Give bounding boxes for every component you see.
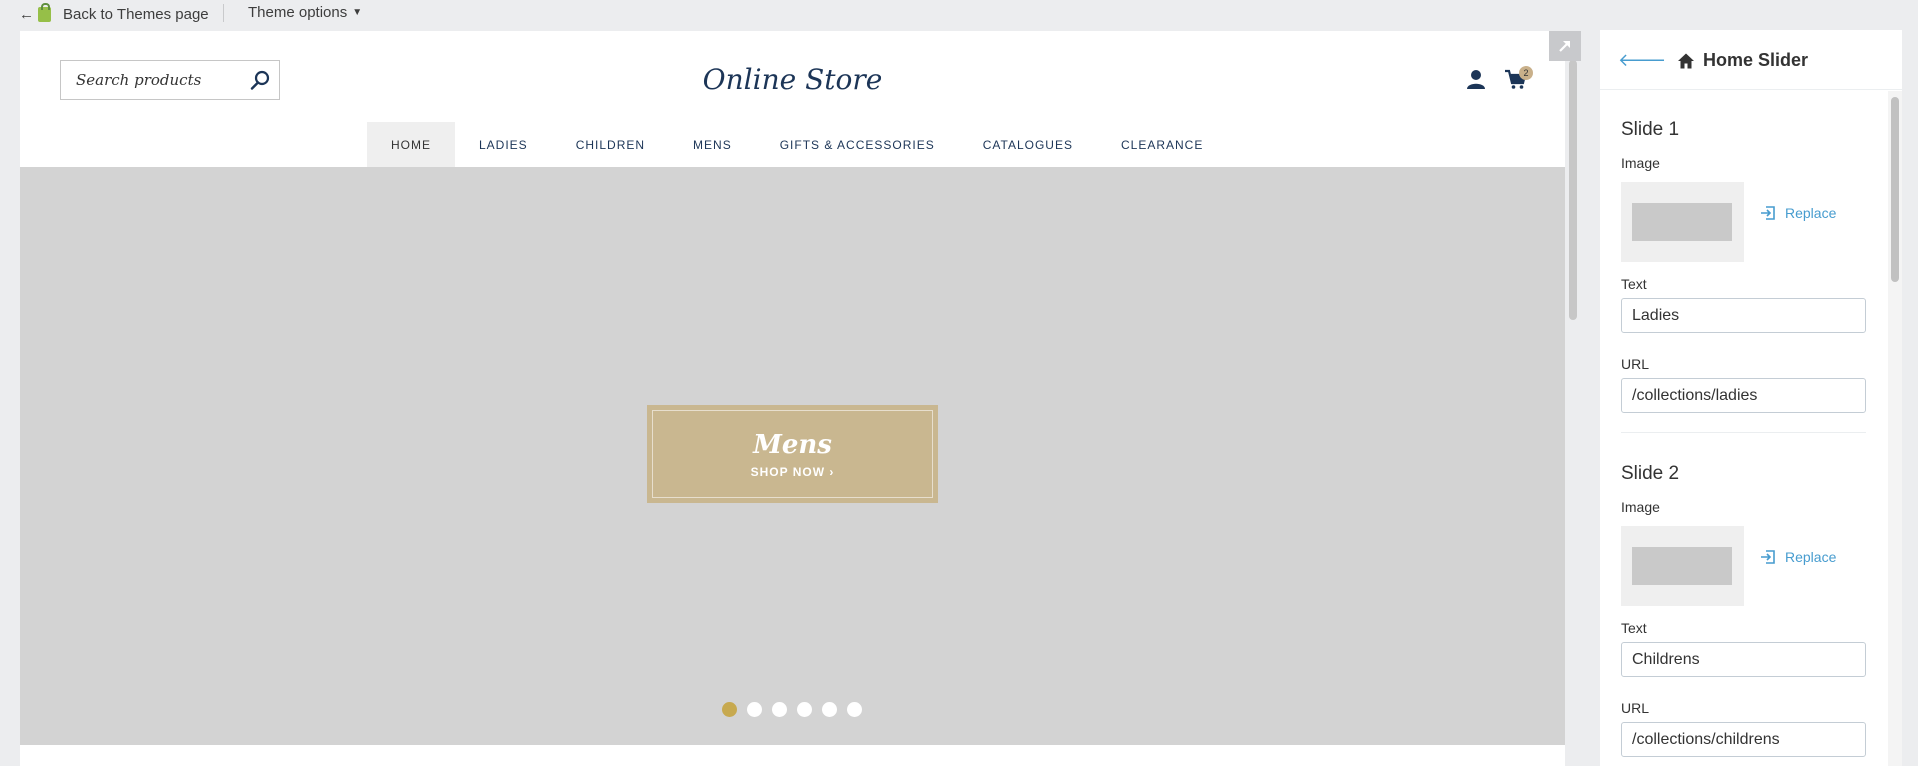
panel-body: Slide 1 Image Replace Text URL Slide 2 I… <box>1600 91 1888 766</box>
panel-header: 🡐 Home Slider <box>1600 30 1902 90</box>
store-preview: Search products Online Store 2 HOME LADI… <box>20 31 1565 766</box>
slide-2-heading: Slide 2 <box>1621 463 1680 484</box>
cart-count-badge: 2 <box>1519 66 1533 80</box>
slide-2-url-label: URL <box>1621 700 1650 716</box>
slide-2-text-field[interactable] <box>1621 642 1866 677</box>
slider-dot-5[interactable] <box>822 702 837 717</box>
home-icon <box>1677 52 1695 70</box>
replace-label: Replace <box>1785 205 1837 221</box>
slider-dots <box>722 702 872 717</box>
slide-1-url-field[interactable] <box>1621 378 1866 413</box>
slide-2-text-label: Text <box>1621 620 1647 636</box>
back-to-themes-label: Back to Themes page <box>63 5 209 23</box>
slide-2-image-preview[interactable] <box>1621 526 1744 606</box>
replace-icon <box>1761 206 1775 220</box>
hero-shop-now-link[interactable]: SHOP NOW › <box>751 465 835 479</box>
slider-dot-1[interactable] <box>722 702 737 717</box>
theme-options-dropdown[interactable]: Theme options ▼ <box>248 4 362 21</box>
slide-1-heading: Slide 1 <box>1621 119 1680 140</box>
store-title[interactable]: Online Store <box>20 63 1565 96</box>
slider-dot-6[interactable] <box>847 702 862 717</box>
replace-label: Replace <box>1785 549 1837 565</box>
slide-2-replace-button[interactable]: Replace <box>1760 549 1836 565</box>
slide-1-image-label: Image <box>1621 155 1660 171</box>
slide-2-url-field[interactable] <box>1621 722 1866 757</box>
main-nav: HOME LADIES CHILDREN MENS GIFTS & ACCESS… <box>367 122 1227 167</box>
nav-item-mens[interactable]: MENS <box>669 122 756 167</box>
panel-title: Home Slider <box>1677 50 1808 71</box>
replace-icon <box>1761 550 1775 564</box>
hero-slider: Mens SHOP NOW › <box>20 167 1565 745</box>
account-icon[interactable] <box>1464 67 1488 91</box>
topbar-divider <box>223 4 224 22</box>
panel-scrollbar-track[interactable] <box>1888 91 1902 766</box>
preview-scrollbar-thumb[interactable] <box>1569 60 1577 320</box>
slider-dot-3[interactable] <box>772 702 787 717</box>
nav-item-gifts-accessories[interactable]: GIFTS & ACCESSORIES <box>756 122 959 167</box>
arrow-left-icon: ← <box>19 5 34 23</box>
nav-item-catalogues[interactable]: CATALOGUES <box>959 122 1097 167</box>
slide-1-text-field[interactable] <box>1621 298 1866 333</box>
theme-options-label: Theme options <box>248 4 348 21</box>
slider-dot-2[interactable] <box>747 702 762 717</box>
back-to-themes-link[interactable]: ← Back to Themes page <box>19 2 209 24</box>
nav-item-children[interactable]: CHILDREN <box>552 122 669 167</box>
hero-caption-card[interactable]: Mens SHOP NOW › <box>647 405 938 503</box>
slide-1-replace-button[interactable]: Replace <box>1760 205 1836 221</box>
expand-arrow-icon <box>1559 41 1570 52</box>
settings-panel: 🡐 Home Slider Slide 1 Image Replace Text… <box>1600 30 1902 766</box>
hero-title: Mens <box>753 429 832 460</box>
hero-caption-frame: Mens SHOP NOW › <box>652 410 933 498</box>
shopify-bag-icon <box>38 2 51 22</box>
slide-divider <box>1621 432 1866 433</box>
top-bar: ← Back to Themes page Theme options ▼ <box>0 0 1918 28</box>
slide-1-text-label: Text <box>1621 276 1647 292</box>
collapse-sidebar-button[interactable] <box>1549 31 1581 61</box>
nav-item-home[interactable]: HOME <box>367 122 455 167</box>
image-placeholder <box>1632 203 1732 241</box>
slide-2-image-label: Image <box>1621 499 1660 515</box>
nav-item-clearance[interactable]: CLEARANCE <box>1097 122 1227 167</box>
slide-1-image-preview[interactable] <box>1621 182 1744 262</box>
caret-down-icon: ▼ <box>352 7 363 18</box>
nav-item-ladies[interactable]: LADIES <box>455 122 552 167</box>
slide-1-url-label: URL <box>1621 356 1650 372</box>
panel-title-label: Home Slider <box>1703 50 1809 70</box>
slider-dot-4[interactable] <box>797 702 812 717</box>
panel-scrollbar-thumb[interactable] <box>1891 97 1899 282</box>
panel-back-arrow-icon[interactable]: 🡐 <box>1618 50 1666 71</box>
image-placeholder <box>1632 547 1732 585</box>
